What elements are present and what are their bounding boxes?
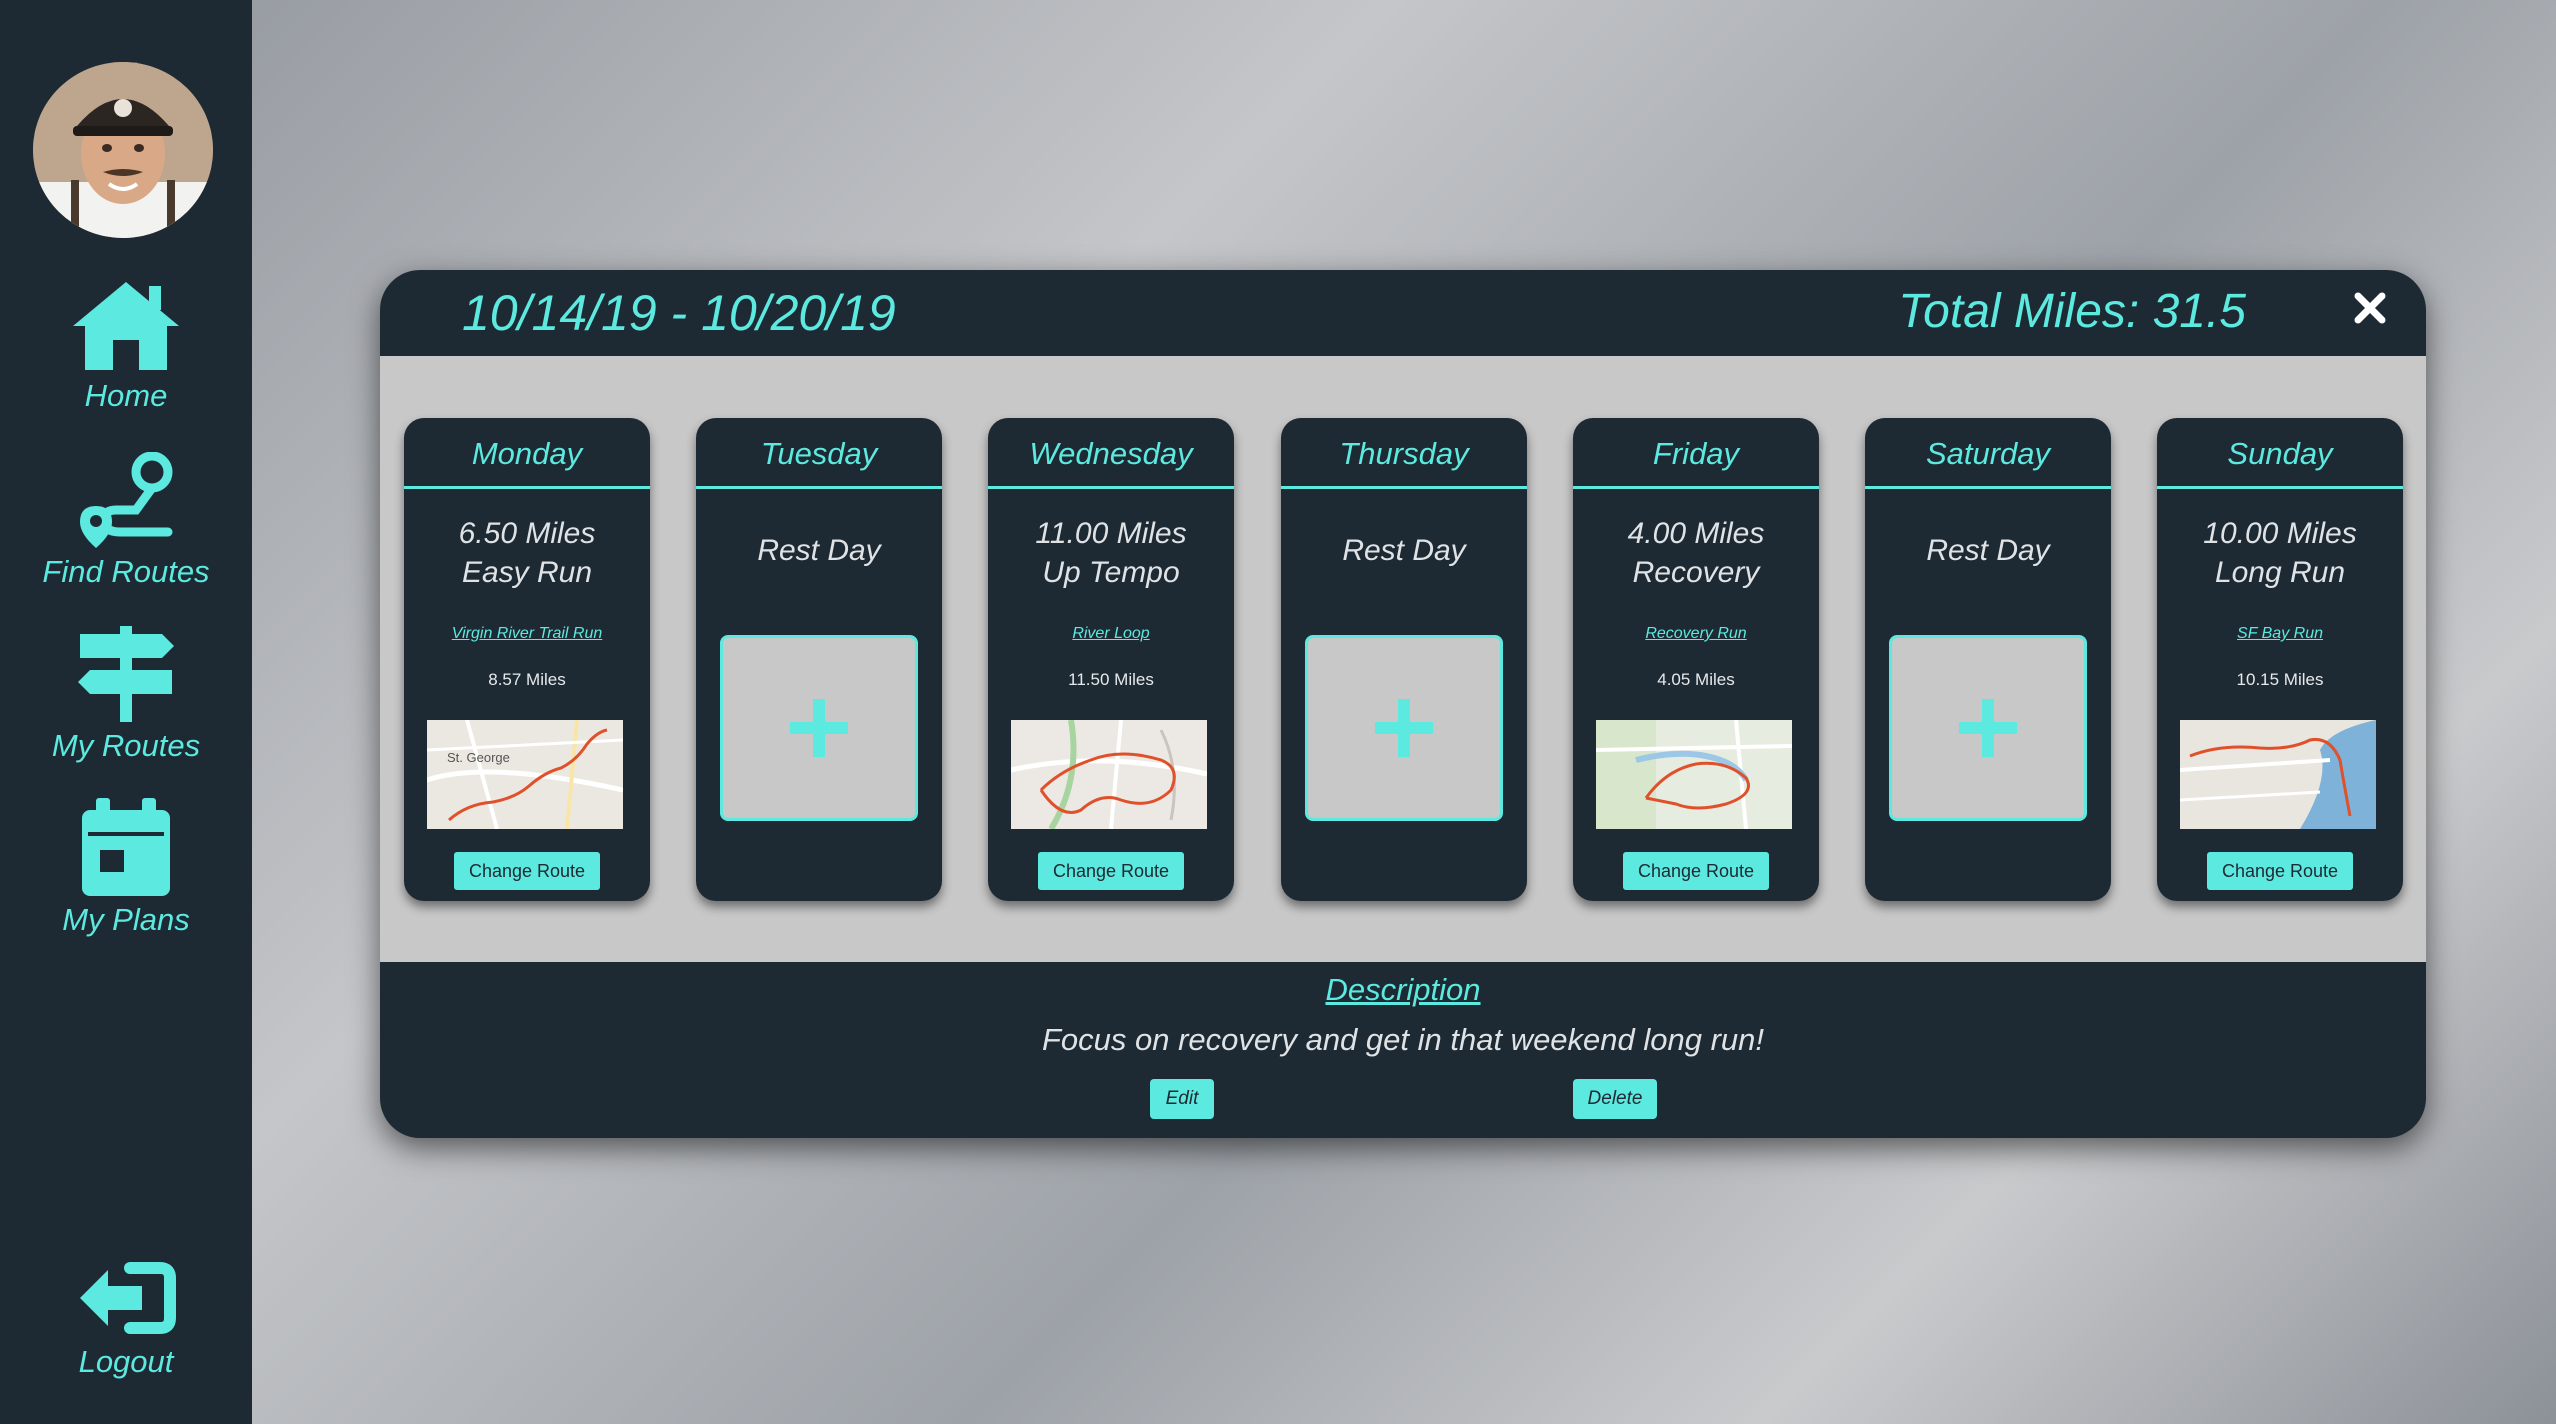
total-miles-value: 31.5 [2152, 285, 2246, 338]
route-miles: 10.15 Miles [2236, 670, 2324, 689]
route-pin-icon [80, 452, 173, 548]
change-route-button[interactable]: Change Route [1038, 852, 1184, 890]
run-type: Long Run [2214, 556, 2346, 589]
nav-find-routes[interactable]: Find Routes [0, 452, 252, 590]
route-map-thumbnail[interactable] [2180, 720, 2376, 829]
edit-button[interactable]: Edit [1150, 1079, 1214, 1119]
total-miles: Total Miles: 31.5 [1898, 284, 2246, 339]
day-summary: 4.00 Miles Recovery [1573, 514, 1819, 592]
week-plan-panel: 10/14/19 - 10/20/19 Total Miles: 31.5 Mo… [380, 270, 2426, 1138]
run-type: Up Tempo [1042, 556, 1180, 589]
route-map-thumbnail[interactable] [1596, 720, 1792, 829]
signpost-icon [78, 626, 174, 722]
nav-home[interactable]: Home [0, 278, 252, 414]
day-summary: 6.50 Miles Easy Run [404, 514, 650, 592]
add-route-button[interactable] [1305, 635, 1503, 821]
add-route-button[interactable] [1889, 635, 2087, 821]
route-link[interactable]: SF Bay Run [2157, 625, 2403, 643]
route-miles: 4.05 Miles [1657, 670, 1735, 689]
day-name: Sunday [2157, 418, 2403, 489]
day-name: Tuesday [696, 418, 942, 489]
day-name: Wednesday [988, 418, 1234, 489]
delete-button[interactable]: Delete [1573, 1079, 1657, 1119]
planned-miles: 11.00 Miles [1035, 517, 1187, 550]
day-card-wednesday: Wednesday 11.00 Miles Up Tempo River Loo… [988, 418, 1234, 901]
logout-icon [80, 1262, 176, 1334]
rest-day-label: Rest Day [1342, 534, 1466, 567]
day-summary: 11.00 Miles Up Tempo [988, 514, 1234, 592]
day-card-monday: Monday 6.50 Miles Easy Run Virgin River … [404, 418, 650, 901]
date-range: 10/14/19 - 10/20/19 [462, 285, 896, 341]
add-route-button[interactable] [720, 635, 918, 821]
day-summary: 10.00 Miles Long Run [2157, 514, 2403, 592]
calendar-icon [82, 798, 170, 896]
route-miles: 8.57 Miles [488, 670, 566, 689]
day-card-sunday: Sunday 10.00 Miles Long Run SF Bay Run 1… [2157, 418, 2403, 901]
home-icon [73, 282, 179, 370]
nav-find-routes-label: Find Routes [42, 554, 210, 589]
description-title[interactable]: Description [380, 972, 2426, 1008]
rest-day-label: Rest Day [757, 534, 881, 567]
route-link[interactable]: Virgin River Trail Run [404, 625, 650, 643]
nav-logout[interactable]: Logout [0, 1258, 252, 1380]
day-name: Saturday [1865, 418, 2111, 489]
planned-miles: 6.50 Miles [458, 517, 596, 550]
route-miles: 11.50 Miles [1068, 670, 1154, 689]
day-name: Monday [404, 418, 650, 489]
plus-icon [1959, 699, 2017, 757]
rest-day-label: Rest Day [1926, 534, 2050, 567]
map-label: St. George [447, 750, 510, 765]
total-miles-label: Total Miles: [1898, 285, 2140, 338]
route-link[interactable]: Recovery Run [1573, 625, 1819, 643]
plus-icon [790, 699, 848, 757]
change-route-button[interactable]: Change Route [454, 852, 600, 890]
route-map-thumbnail[interactable] [1011, 720, 1207, 829]
nav-my-plans[interactable]: My Plans [0, 798, 252, 938]
day-card-tuesday: Tuesday Rest Day [696, 418, 942, 901]
nav-logout-label: Logout [78, 1344, 174, 1379]
change-route-button[interactable]: Change Route [1623, 852, 1769, 890]
route-link[interactable]: River Loop [988, 625, 1234, 643]
route-map-thumbnail[interactable]: St. George [427, 720, 623, 829]
day-card-thursday: Thursday Rest Day [1281, 418, 1527, 901]
planned-miles: 10.00 Miles [2203, 517, 2357, 550]
nav-my-plans-label: My Plans [62, 902, 190, 937]
nav-my-routes[interactable]: My Routes [0, 626, 252, 764]
run-type: Easy Run [461, 556, 593, 589]
day-card-friday: Friday 4.00 Miles Recovery Recovery Run … [1573, 418, 1819, 901]
close-icon[interactable] [2350, 288, 2390, 328]
plus-icon [1375, 699, 1433, 757]
nav-home-label: Home [84, 378, 168, 413]
run-type: Recovery [1632, 556, 1760, 589]
avatar[interactable] [33, 62, 213, 238]
day-name: Thursday [1281, 418, 1527, 489]
planned-miles: 4.00 Miles [1627, 517, 1765, 550]
panel-header: 10/14/19 - 10/20/19 Total Miles: 31.5 [380, 270, 2426, 356]
day-name: Friday [1573, 418, 1819, 489]
day-card-saturday: Saturday Rest Day [1865, 418, 2111, 901]
description-text: Focus on recovery and get in that weeken… [1041, 1022, 1765, 1057]
nav-my-routes-label: My Routes [51, 728, 201, 763]
sidebar: Home Find Routes My Routes My Plans Logo… [0, 0, 252, 1424]
days-area: Monday 6.50 Miles Easy Run Virgin River … [380, 356, 2426, 962]
change-route-button[interactable]: Change Route [2207, 852, 2353, 890]
